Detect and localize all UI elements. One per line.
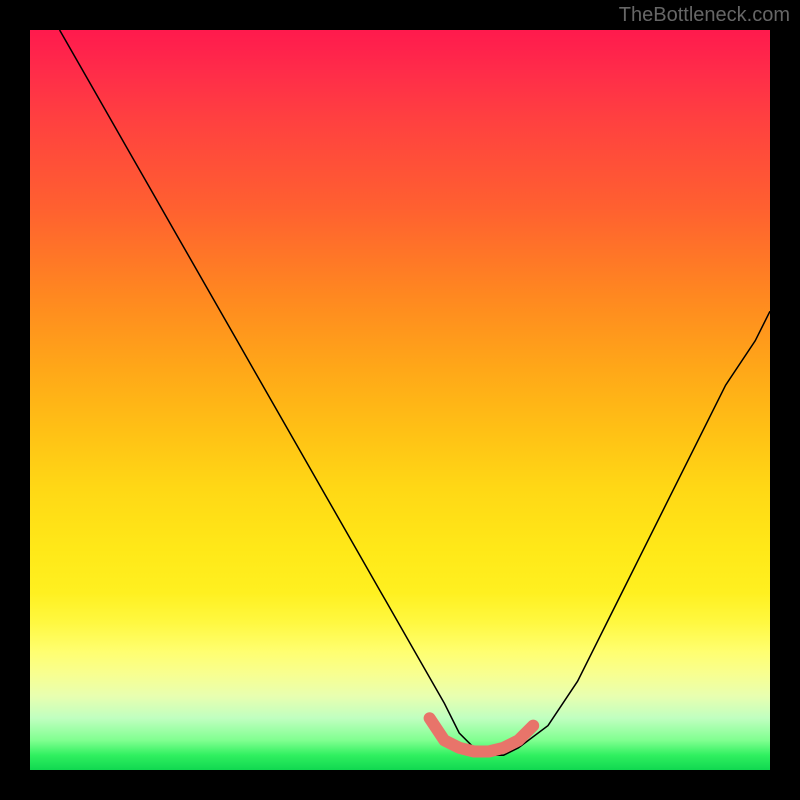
watermark-text: TheBottleneck.com	[619, 4, 790, 27]
chart-plot-area	[30, 30, 770, 770]
optimal-zone-highlight	[430, 718, 534, 751]
chart-svg	[30, 30, 770, 770]
bottleneck-curve-line	[60, 30, 770, 755]
